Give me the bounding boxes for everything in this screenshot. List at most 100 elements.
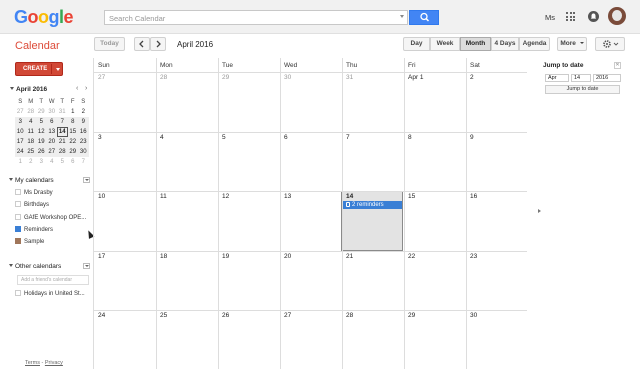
mini-calendar-day[interactable]: 9 bbox=[78, 117, 89, 127]
day-number[interactable]: 14 bbox=[346, 193, 353, 200]
day-number[interactable]: 28 bbox=[160, 74, 167, 81]
day-number[interactable]: 8 bbox=[408, 134, 412, 141]
day-number[interactable]: 19 bbox=[222, 253, 229, 260]
mini-calendar-day[interactable]: 27 bbox=[46, 147, 57, 157]
mini-calendar-day[interactable]: 2 bbox=[26, 157, 37, 167]
day-number[interactable]: 15 bbox=[408, 193, 415, 200]
close-icon[interactable]: ✕ bbox=[614, 62, 621, 69]
mini-calendar-day[interactable]: 24 bbox=[15, 147, 26, 157]
privacy-link[interactable]: Privacy bbox=[45, 360, 63, 366]
mini-calendar-day[interactable]: 15 bbox=[67, 127, 78, 137]
search-button[interactable] bbox=[409, 10, 439, 25]
day-number[interactable]: 10 bbox=[98, 193, 105, 200]
day-number[interactable]: 27 bbox=[98, 74, 105, 81]
mini-calendar-day[interactable]: 1 bbox=[15, 157, 26, 167]
calendar-color-swatch[interactable] bbox=[15, 201, 21, 207]
mini-calendar-day[interactable]: 29 bbox=[36, 107, 47, 117]
next-period-button[interactable] bbox=[150, 37, 166, 51]
search-options-chevron-icon[interactable] bbox=[400, 15, 404, 18]
mini-calendar-next-button[interactable]: › bbox=[85, 85, 87, 92]
day-number[interactable]: 22 bbox=[408, 253, 415, 260]
user-name[interactable]: Ms bbox=[545, 13, 555, 22]
calendar-item[interactable]: Birthdays bbox=[15, 201, 49, 208]
mini-calendar-day[interactable]: 28 bbox=[26, 107, 37, 117]
reminder-chip[interactable]: 2 reminders bbox=[343, 201, 402, 209]
day-number[interactable]: 17 bbox=[98, 253, 105, 260]
mini-calendar-day[interactable]: 2 bbox=[78, 107, 89, 117]
jump-year-select[interactable]: 2016 bbox=[593, 74, 621, 82]
day-number[interactable]: Apr 1 bbox=[408, 74, 424, 81]
mini-calendar-day[interactable]: 17 bbox=[15, 137, 26, 147]
day-number[interactable]: 18 bbox=[160, 253, 167, 260]
google-logo[interactable]: Google bbox=[14, 7, 74, 28]
mini-calendar-day[interactable]: 5 bbox=[57, 157, 68, 167]
mini-calendar-day[interactable]: 18 bbox=[25, 137, 36, 147]
calendar-item[interactable]: Reminders bbox=[15, 226, 53, 233]
day-number[interactable]: 27 bbox=[284, 312, 291, 319]
mini-calendar-day[interactable]: 31 bbox=[57, 107, 68, 117]
day-number[interactable]: 30 bbox=[470, 312, 477, 319]
mini-calendar-day[interactable]: 3 bbox=[36, 157, 47, 167]
add-friend-calendar-input[interactable]: Add a friend's calendar bbox=[17, 275, 89, 285]
other-calendars-menu-icon[interactable] bbox=[83, 263, 90, 269]
jump-to-date-button[interactable]: Jump to date bbox=[545, 85, 620, 94]
mini-calendar-day[interactable]: 29 bbox=[67, 147, 78, 157]
day-number[interactable]: 6 bbox=[284, 134, 288, 141]
view-agenda-button[interactable]: Agenda bbox=[519, 37, 550, 51]
mini-calendar-day[interactable]: 4 bbox=[47, 157, 58, 167]
calendar-item[interactable]: GAfE Workshop OPE... bbox=[15, 214, 86, 221]
day-number[interactable]: 25 bbox=[160, 312, 167, 319]
my-calendars-title[interactable]: My calendars bbox=[9, 177, 54, 184]
day-number[interactable]: 21 bbox=[346, 253, 353, 260]
day-number[interactable]: 4 bbox=[160, 134, 164, 141]
mini-calendar-day[interactable]: 30 bbox=[78, 147, 89, 157]
mini-calendar-day[interactable]: 7 bbox=[78, 157, 89, 167]
day-number[interactable]: 29 bbox=[222, 74, 229, 81]
jump-day-select[interactable]: 14 bbox=[571, 74, 591, 82]
day-number[interactable]: 3 bbox=[98, 134, 102, 141]
mini-calendar-day[interactable]: 7 bbox=[57, 117, 68, 127]
mini-calendar-day[interactable]: 20 bbox=[46, 137, 57, 147]
mini-calendar-day[interactable]: 21 bbox=[57, 137, 68, 147]
calendar-item[interactable]: Holidays in United St... bbox=[15, 290, 85, 297]
mini-calendar-day[interactable]: 6 bbox=[68, 157, 79, 167]
day-number[interactable]: 11 bbox=[160, 193, 167, 200]
day-number[interactable]: 20 bbox=[284, 253, 291, 260]
mini-calendar-day[interactable]: 19 bbox=[36, 137, 47, 147]
day-number[interactable]: 23 bbox=[470, 253, 477, 260]
terms-link[interactable]: Terms bbox=[25, 360, 40, 366]
day-number[interactable]: 30 bbox=[284, 74, 291, 81]
today-button[interactable]: Today bbox=[94, 37, 125, 51]
mini-calendar-day[interactable]: 3 bbox=[15, 117, 26, 127]
create-button[interactable]: CREATE bbox=[15, 62, 63, 76]
today-cell[interactable] bbox=[341, 191, 403, 251]
mini-calendar-day[interactable]: 16 bbox=[78, 127, 89, 137]
mini-calendar-day[interactable]: 12 bbox=[36, 127, 47, 137]
day-number[interactable]: 13 bbox=[284, 193, 291, 200]
mini-calendar-day[interactable]: 28 bbox=[57, 147, 68, 157]
mini-calendar-prev-button[interactable]: ‹ bbox=[76, 85, 78, 92]
jump-month-select[interactable]: Apr bbox=[545, 74, 569, 82]
view-4-days-button[interactable]: 4 Days bbox=[491, 37, 519, 51]
calendar-item[interactable]: Ms Drasby bbox=[15, 189, 53, 196]
day-number[interactable]: 9 bbox=[470, 134, 474, 141]
calendar-color-swatch[interactable] bbox=[15, 238, 21, 244]
calendar-color-swatch[interactable] bbox=[15, 214, 21, 220]
mini-calendar-day[interactable]: 14 bbox=[57, 127, 68, 137]
view-day-button[interactable]: Day bbox=[403, 37, 430, 51]
mini-calendar-day[interactable]: 6 bbox=[46, 117, 57, 127]
mini-calendar-title[interactable]: April 2016 bbox=[10, 86, 47, 93]
avatar[interactable] bbox=[608, 7, 626, 25]
my-calendars-menu-icon[interactable] bbox=[83, 177, 90, 183]
collapse-panel-arrow-icon[interactable] bbox=[538, 209, 541, 213]
day-number[interactable]: 5 bbox=[222, 134, 226, 141]
mini-calendar-day[interactable]: 10 bbox=[15, 127, 26, 137]
mini-calendar-day[interactable]: 8 bbox=[67, 117, 78, 127]
day-number[interactable]: 29 bbox=[408, 312, 415, 319]
mini-calendar-day[interactable]: 30 bbox=[47, 107, 58, 117]
chevron-down-icon[interactable] bbox=[56, 68, 60, 71]
other-calendars-title[interactable]: Other calendars bbox=[9, 263, 61, 270]
mini-calendar-day[interactable]: 1 bbox=[68, 107, 79, 117]
view-week-button[interactable]: Week bbox=[430, 37, 460, 51]
day-number[interactable]: 7 bbox=[346, 134, 350, 141]
